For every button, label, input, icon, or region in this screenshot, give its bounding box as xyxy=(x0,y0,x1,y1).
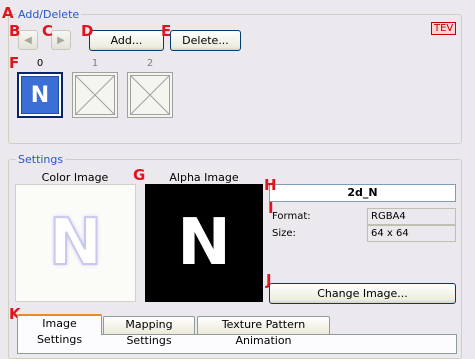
marker-j: J xyxy=(266,271,272,289)
texture-thumbnail: N xyxy=(21,76,59,114)
texture-slot-0[interactable]: N xyxy=(17,72,63,118)
size-label: Size: xyxy=(272,228,296,239)
add-button[interactable]: Add... xyxy=(89,30,164,51)
tab-texture-pattern-animation[interactable]: Texture Pattern Animation xyxy=(197,316,330,347)
marker-e: E xyxy=(161,22,172,40)
color-image-glyph: N xyxy=(48,206,104,280)
empty-slot-icon xyxy=(75,75,115,115)
tev-badge: TEV xyxy=(431,22,457,35)
marker-d: D xyxy=(81,22,94,40)
alpha-image-label: Alpha Image xyxy=(169,171,239,184)
triangle-left-icon: ◀ xyxy=(24,34,32,46)
empty-slot-icon xyxy=(130,75,170,115)
slot-index-0: 0 xyxy=(36,58,44,69)
marker-c: C xyxy=(42,22,54,40)
marker-i: I xyxy=(268,199,274,217)
size-value: 64 x 64 xyxy=(367,225,456,242)
color-image-label: Color Image xyxy=(41,171,109,184)
slot-index-2: 2 xyxy=(146,58,154,69)
format-label: Format: xyxy=(272,211,311,222)
marker-g: G xyxy=(133,166,146,184)
marker-f: F xyxy=(9,54,20,72)
marker-a: A xyxy=(2,4,14,22)
alpha-image-glyph: N xyxy=(177,206,231,280)
marker-b: B xyxy=(9,22,21,40)
previous-button[interactable]: ◀ xyxy=(18,30,38,50)
tab-mapping-settings[interactable]: Mapping Settings xyxy=(103,316,195,347)
slot-index-1: 1 xyxy=(91,58,99,69)
tab-strip: Image Settings Mapping Settings Texture … xyxy=(17,314,457,347)
color-image-preview: N xyxy=(15,184,136,302)
alpha-image-preview: N xyxy=(145,184,263,302)
texture-slot-1[interactable] xyxy=(72,72,118,118)
format-value: RGBA4 xyxy=(367,208,456,225)
texture-slot-2[interactable] xyxy=(127,72,173,118)
delete-button[interactable]: Delete... xyxy=(170,30,241,51)
change-image-button[interactable]: Change Image... xyxy=(269,283,456,304)
triangle-right-icon: ▶ xyxy=(57,34,65,46)
add-delete-title: Add/Delete xyxy=(16,8,82,21)
tab-image-settings[interactable]: Image Settings xyxy=(17,314,102,346)
next-button[interactable]: ▶ xyxy=(51,30,71,50)
marker-h: H xyxy=(264,176,277,194)
texture-name-field[interactable]: 2d_N xyxy=(269,184,456,202)
settings-title: Settings xyxy=(16,153,66,166)
